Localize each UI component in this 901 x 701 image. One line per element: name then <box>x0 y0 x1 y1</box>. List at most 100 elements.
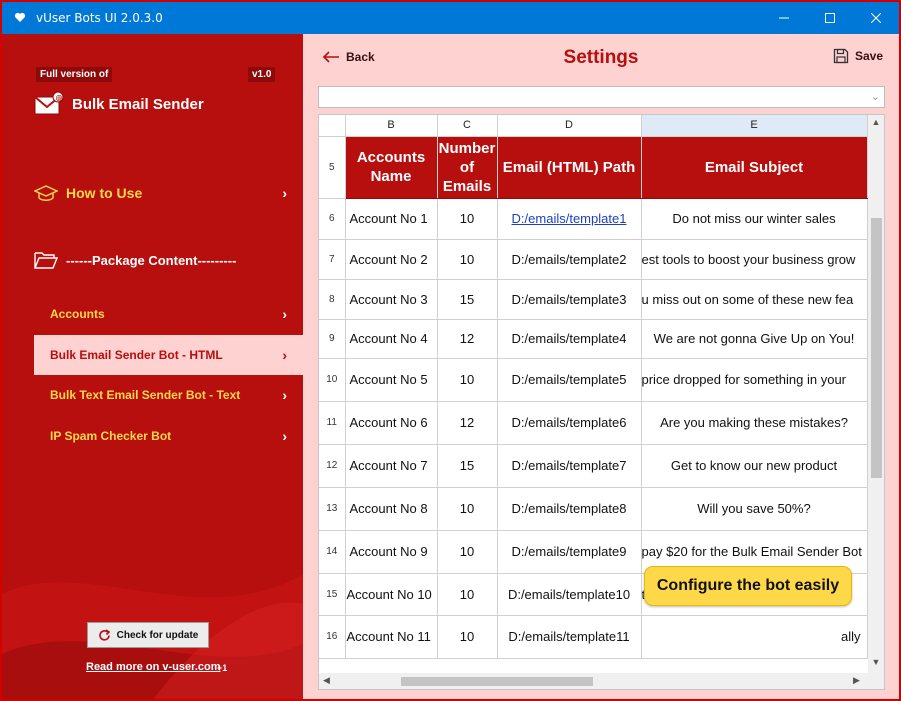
sidebar-item-accounts[interactable]: Accounts › <box>2 299 303 329</box>
cell-number-of-emails[interactable]: 10 <box>437 239 498 280</box>
cell-email-path[interactable]: D:/emails/template2 <box>497 239 642 280</box>
scroll-right-icon[interactable]: ▶ <box>853 675 860 686</box>
read-more-link[interactable]: Read more on v-user.com <box>86 661 221 673</box>
cell-account-name[interactable]: Account No 10 <box>345 573 438 616</box>
column-header-d[interactable]: D <box>497 115 642 137</box>
cell-account-name[interactable]: Account No 7 <box>345 444 438 488</box>
header-number-of-emails[interactable]: Number of Emails <box>437 136 498 199</box>
cell-email-path[interactable]: D:/emails/template5 <box>497 358 642 402</box>
sidebar-item-bulk-text-email-sender[interactable]: Bulk Text Email Sender Bot - Text › <box>2 380 303 410</box>
cell-number-of-emails[interactable]: 12 <box>437 401 498 445</box>
sidebar-item-label: Bulk Text Email Sender Bot - Text <box>50 388 241 402</box>
corner-cell[interactable] <box>319 115 346 137</box>
save-disk-icon <box>833 48 849 64</box>
cell-email-path[interactable]: D:/emails/template11 <box>497 615 642 659</box>
cell-number-of-emails[interactable]: 10 <box>437 530 498 574</box>
how-to-use-label: How to Use <box>66 185 143 201</box>
brand: @ Bulk Email Sender <box>34 91 204 117</box>
row-number[interactable]: 12 <box>319 444 346 488</box>
column-header-b[interactable]: B <box>345 115 438 137</box>
cell-number-of-emails[interactable]: 12 <box>437 319 498 359</box>
cell-account-name[interactable]: Account No 4 <box>345 319 438 359</box>
row-number[interactable]: 8 <box>319 279 346 320</box>
cell-account-name[interactable]: Account No 2 <box>345 239 438 280</box>
cell-account-name[interactable]: Account No 3 <box>345 279 438 320</box>
scroll-up-icon[interactable]: ▲ <box>868 117 884 127</box>
column-header-e[interactable]: E <box>641 115 868 137</box>
vertical-scroll-thumb[interactable] <box>871 218 882 478</box>
cell-account-name[interactable]: Account No 6 <box>345 401 438 445</box>
row-number[interactable]: 5 <box>319 136 346 199</box>
cell-email-path[interactable]: D:/emails/template6 <box>497 401 642 445</box>
sheet-selector-dropdown[interactable]: ⌄ <box>318 86 885 108</box>
sidebar-item-ip-spam-checker[interactable]: IP Spam Checker Bot › <box>2 421 303 451</box>
cell-number-of-emails[interactable]: 10 <box>437 615 498 659</box>
row-number[interactable]: 16 <box>319 615 346 659</box>
row-number[interactable]: 7 <box>319 239 346 280</box>
table-row: 7 Account No 2 10 D:/emails/template2 est to… <box>319 239 868 280</box>
cell-email-subject[interactable]: Are you making these mistakes? <box>641 401 868 445</box>
cell-number-of-emails[interactable]: 15 <box>437 444 498 488</box>
cell-account-name[interactable]: Account No 9 <box>345 530 438 574</box>
header-accounts-name[interactable]: Accounts Name <box>345 136 438 199</box>
cell-account-name[interactable]: Account No 1 <box>345 198 438 240</box>
graduation-cap-icon <box>34 185 58 201</box>
cell-email-path[interactable]: D:/emails/template8 <box>497 487 642 531</box>
row-number[interactable]: 6 <box>319 198 346 240</box>
scroll-down-icon[interactable]: ▼ <box>868 657 884 667</box>
cell-email-subject[interactable]: u miss out on some of these new fea <box>641 279 868 320</box>
package-content-header: ------Package Content--------- <box>2 244 303 276</box>
vertical-scrollbar[interactable]: ▲ ▼ <box>868 115 884 675</box>
chevron-right-icon: › <box>282 347 287 363</box>
cell-account-name[interactable]: Account No 5 <box>345 358 438 402</box>
cell-number-of-emails[interactable]: 10 <box>437 358 498 402</box>
column-header-c[interactable]: C <box>437 115 498 137</box>
save-button[interactable]: Save <box>833 48 883 64</box>
close-button[interactable] <box>853 2 899 34</box>
configure-bot-button[interactable]: Configure the bot easily <box>644 566 852 606</box>
cell-email-path[interactable]: D:/emails/template3 <box>497 279 642 320</box>
cell-email-subject[interactable]: We are not gonna Give Up on You! <box>641 319 868 359</box>
row-number[interactable]: 13 <box>319 487 346 531</box>
row-number[interactable]: 14 <box>319 530 346 574</box>
maximize-button[interactable] <box>807 2 853 34</box>
cell-email-subject[interactable]: Get to know our new product <box>641 444 868 488</box>
cell-number-of-emails[interactable]: 10 <box>437 573 498 616</box>
cell-email-path[interactable]: D:/emails/template4 <box>497 319 642 359</box>
cell-email-subject[interactable]: est tools to boost your business grow <box>641 239 868 280</box>
cell-email-path[interactable]: D:/emails/template1 <box>497 198 642 240</box>
horizontal-scrollbar[interactable]: ◀ ▶ <box>319 673 884 689</box>
check-update-button[interactable]: Check for update <box>87 622 209 648</box>
cell-account-name[interactable]: Account No 11 <box>345 615 438 659</box>
app-logo-icon <box>14 12 26 22</box>
header-email-path[interactable]: Email (HTML) Path <box>497 136 642 199</box>
cell-email-subject[interactable]: price dropped for something in your <box>641 358 868 402</box>
cell-email-path[interactable]: D:/emails/template7 <box>497 444 642 488</box>
header-email-subject[interactable]: Email Subject <box>641 136 868 199</box>
row-number[interactable]: 11 <box>319 401 346 445</box>
how-to-use-link[interactable]: How to Use › <box>2 177 303 209</box>
cell-number-of-emails[interactable]: 10 <box>437 198 498 240</box>
row-number[interactable]: 15 <box>319 573 346 616</box>
full-version-label: Full version of <box>36 67 113 82</box>
table-row: 11 Account No 6 12 D:/emails/template6 Are y… <box>319 401 868 445</box>
cell-email-path[interactable]: D:/emails/template9 <box>497 530 642 574</box>
cell-email-path[interactable]: D:/emails/template10 <box>497 573 642 616</box>
title-bar: vUser Bots UI 2.0.3.0 <box>2 2 899 34</box>
cell-account-name[interactable]: Account No 8 <box>345 487 438 531</box>
brand-title: Bulk Email Sender <box>72 95 204 113</box>
cell-number-of-emails[interactable]: 10 <box>437 487 498 531</box>
maximize-icon <box>825 13 835 23</box>
row-number[interactable]: 9 <box>319 319 346 359</box>
cell-email-subject[interactable]: Do not miss our winter sales <box>641 198 868 240</box>
app-window: vUser Bots UI 2.0.3.0 Full version of v1… <box>0 0 901 701</box>
scroll-left-icon[interactable]: ◀ <box>323 675 330 686</box>
row-number[interactable]: 10 <box>319 358 346 402</box>
cell-email-subject[interactable]: ally <box>641 615 868 659</box>
minimize-button[interactable] <box>761 2 807 34</box>
cell-email-subject[interactable]: Will you save 50%? <box>641 487 868 531</box>
cell-number-of-emails[interactable]: 15 <box>437 279 498 320</box>
sidebar-item-bulk-email-sender-html[interactable]: Bulk Email Sender Bot - HTML › <box>34 335 303 375</box>
chevron-down-icon: ⌄ <box>870 91 880 103</box>
horizontal-scroll-thumb[interactable] <box>401 677 593 686</box>
